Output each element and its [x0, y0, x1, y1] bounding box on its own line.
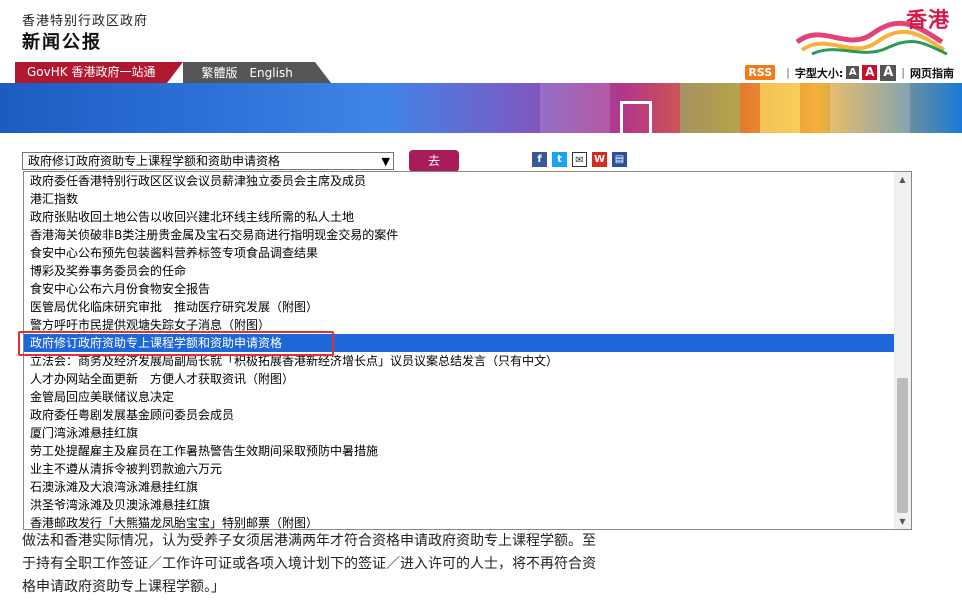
twitter-icon[interactable]: t	[552, 152, 567, 167]
select-value: 政府修订政府资助专上课程学额和资助申请资格	[28, 154, 281, 168]
select-arrow-icon: ▼	[381, 155, 390, 168]
article-line: 做法和香港实际情况，认为受养子女须居港满两年才符合资格申请政府资助专上课程学额。…	[22, 533, 596, 549]
nav-divider	[167, 62, 184, 83]
font-size-label: 字型大小:	[794, 66, 844, 80]
font-small-button[interactable]: A	[846, 66, 860, 79]
scroll-thumb[interactable]	[897, 378, 908, 513]
article-line: 于持有全职工作签证／工作许可证或各项入境计划下的签证／进入许可的人士，将不再符合…	[22, 556, 596, 572]
scroll-down-icon[interactable]: ▼	[894, 514, 911, 529]
language-links: 繁體版 English	[183, 62, 315, 83]
press-release-selector: 政府修订政府资助专上课程学额和资助申请资格 ▼ 去 f t ✉ W ▤	[22, 150, 722, 172]
site-header: 香港特别行政区政府 新闻公报 香港	[0, 0, 962, 62]
go-button[interactable]: 去	[409, 150, 459, 172]
weibo-icon[interactable]: W	[592, 152, 607, 167]
email-icon[interactable]: ✉	[572, 152, 587, 167]
banner-block	[540, 83, 610, 133]
header-banner	[0, 83, 962, 133]
dropdown-option[interactable]: 业主不遵从清拆令被判罚款逾六万元	[24, 460, 895, 478]
tools-bar: RSS | 字型大小: A A A | 网页指南	[745, 62, 954, 83]
dropdown-scrollbar[interactable]: ▲ ▼	[894, 172, 911, 529]
selected-item-highlight	[18, 331, 334, 356]
scroll-up-icon[interactable]: ▲	[894, 172, 911, 187]
share-icons: f t ✉ W ▤	[532, 152, 632, 167]
font-medium-button[interactable]: A	[862, 65, 878, 80]
press-release-select[interactable]: 政府修订政府资助专上课程学额和资助申请资格 ▼	[22, 152, 394, 170]
dropdown-option[interactable]: 食安中心公布六月份食物安全报告	[24, 280, 895, 298]
site-title[interactable]: 新闻公报	[22, 28, 102, 54]
banner-frame	[620, 101, 652, 133]
dropdown-option[interactable]: 博彩及奖券事务委员会的任命	[24, 262, 895, 280]
dropdown-option[interactable]: 金管局回应美联储议息决定	[24, 388, 895, 406]
banner-block	[680, 83, 740, 133]
dropdown-option[interactable]: 香港邮政发行「大熊猫龙凤胎宝宝」特别邮票（附图）	[24, 514, 895, 529]
facebook-icon[interactable]: f	[532, 152, 547, 167]
article-line: 格申请政府资助专上课程学额。」	[22, 579, 225, 595]
sitemap-link[interactable]: 网页指南	[910, 65, 954, 81]
dropdown-option[interactable]: 石澳泳滩及大浪湾泳滩悬挂红旗	[24, 478, 895, 496]
govhk-link[interactable]: GovHK 香港政府一站通	[15, 62, 168, 83]
banner-block	[760, 83, 800, 133]
gov-name: 香港特别行政区政府	[22, 14, 149, 29]
lang-english-link[interactable]: English	[249, 66, 292, 80]
dropdown-option[interactable]: 人才办网站全面更新 方便人才获取资讯（附图）	[24, 370, 895, 388]
nav-end-divider	[314, 62, 331, 83]
dropdown-option[interactable]: 洪圣爷湾泳滩及贝澳泳滩悬挂红旗	[24, 496, 895, 514]
dropdown-option[interactable]: 政府张贴收回土地公告以收回兴建北环线主线所需的私人土地	[24, 208, 895, 226]
lang-traditional-link[interactable]: 繁體版	[201, 64, 237, 81]
dropdown-option[interactable]: 政府委任香港特别行政区区议会议员薪津独立委员会主席及成员	[24, 172, 895, 190]
dropdown-option[interactable]: 医管局优化临床研究审批 推动医疗研究发展（附图）	[24, 298, 895, 316]
font-large-button[interactable]: A	[880, 64, 897, 81]
banner-block	[830, 83, 910, 133]
logo-text: 香港	[906, 8, 950, 32]
dropdown-option[interactable]: 政府委任粤剧发展基金顾问委员会成员	[24, 406, 895, 424]
top-nav: GovHK 香港政府一站通 繁體版 English RSS | 字型大小: A …	[0, 62, 962, 83]
article-body: 做法和香港实际情况，认为受养子女须居港满两年才符合资格申请政府资助专上课程学额。…	[22, 530, 702, 599]
separator: |	[786, 66, 790, 79]
separator: |	[901, 66, 905, 79]
dropdown-option[interactable]: 港汇指数	[24, 190, 895, 208]
dropdown-option[interactable]: 厦门湾泳滩悬挂红旗	[24, 424, 895, 442]
dropdown-option[interactable]: 劳工处提醒雇主及雇员在工作暑热警告生效期间采取预防中暑措施	[24, 442, 895, 460]
dropdown-option[interactable]: 香港海关侦破非B类注册贵金属及宝石交易商进行指明现金交易的案件	[24, 226, 895, 244]
print-icon[interactable]: ▤	[612, 152, 627, 167]
rss-icon[interactable]: RSS	[745, 65, 776, 80]
dropdown-option[interactable]: 食安中心公布预先包装酱料营养标签专项食品调查结果	[24, 244, 895, 262]
